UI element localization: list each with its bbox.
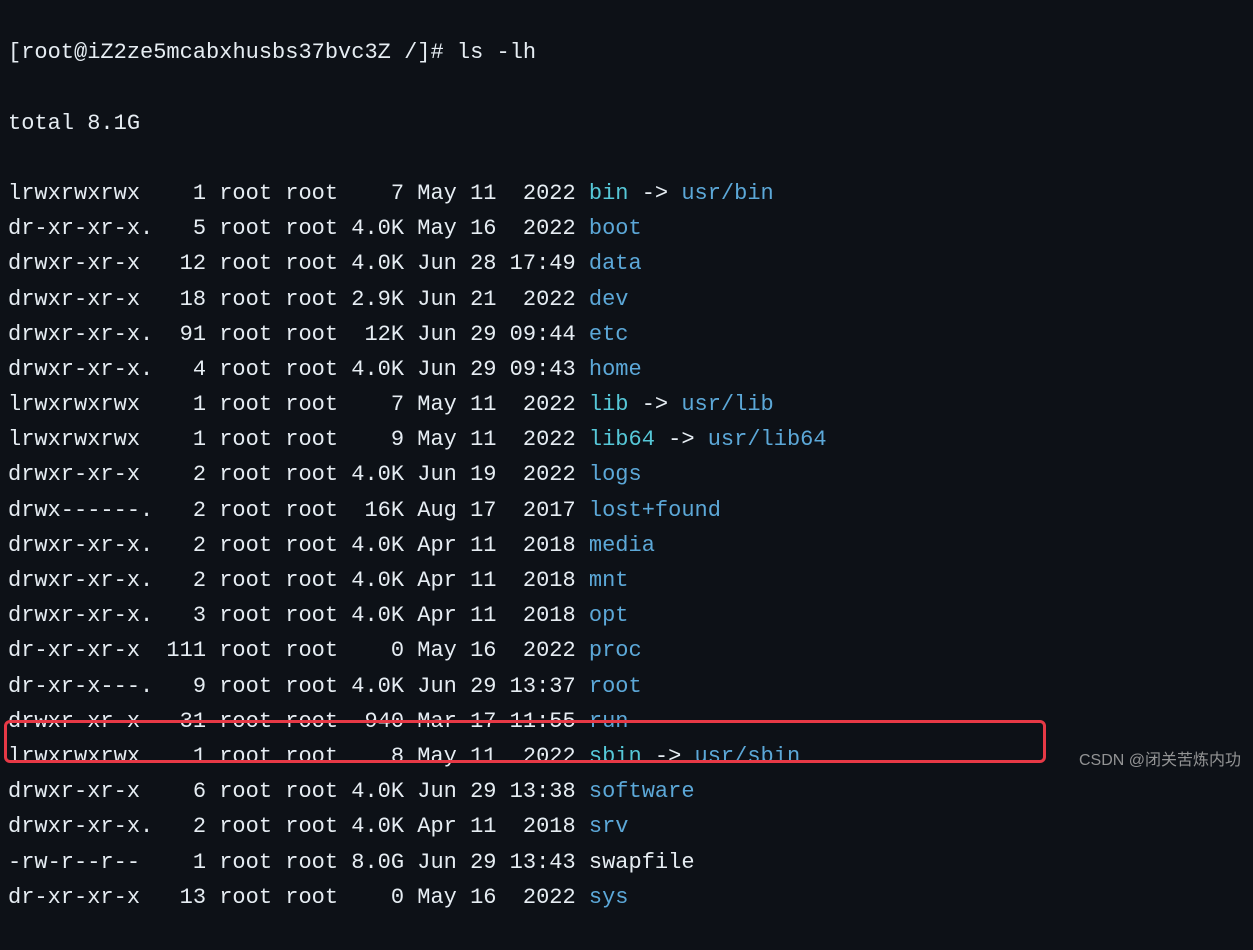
list-item: lrwxrwxrwx 1 root root 7 May 11 2022 bin…	[8, 176, 1245, 211]
file-name: boot	[589, 216, 642, 241]
list-item: drwxr-xr-x 6 root root 4.0K Jun 29 13:38…	[8, 774, 1245, 809]
file-name: mnt	[589, 568, 629, 593]
file-name: media	[589, 533, 655, 558]
list-item: drwxr-xr-x 31 root root 940 Mar 17 11:55…	[8, 704, 1245, 739]
file-listing: lrwxrwxrwx 1 root root 7 May 11 2022 bin…	[8, 176, 1245, 915]
link-target: usr/lib	[681, 392, 773, 417]
terminal-output[interactable]: [root@iZ2ze5mcabxhusbs37bvc3Z /]# ls -lh…	[0, 0, 1253, 950]
file-name: home	[589, 357, 642, 382]
list-item: drwxr-xr-x. 3 root root 4.0K Apr 11 2018…	[8, 598, 1245, 633]
list-item: drwxr-xr-x. 4 root root 4.0K Jun 29 09:4…	[8, 352, 1245, 387]
list-item: drwxr-xr-x 12 root root 4.0K Jun 28 17:4…	[8, 246, 1245, 281]
list-item: dr-xr-xr-x 111 root root 0 May 16 2022 p…	[8, 633, 1245, 668]
total-line: total 8.1G	[8, 106, 1245, 141]
list-item: lrwxrwxrwx 1 root root 8 May 11 2022 sbi…	[8, 739, 1245, 774]
file-name: data	[589, 251, 642, 276]
list-item: drwx------. 2 root root 16K Aug 17 2017 …	[8, 493, 1245, 528]
file-name: root	[589, 674, 642, 699]
file-name: bin	[589, 181, 629, 206]
file-name: lib	[589, 392, 629, 417]
file-name: proc	[589, 638, 642, 663]
file-name: run	[589, 709, 629, 734]
list-item: drwxr-xr-x. 91 root root 12K Jun 29 09:4…	[8, 317, 1245, 352]
file-name: sbin	[589, 744, 642, 769]
file-name: opt	[589, 603, 629, 628]
file-name: lib64	[589, 427, 655, 452]
list-item: drwxr-xr-x. 2 root root 4.0K Apr 11 2018…	[8, 563, 1245, 598]
list-item: drwxr-xr-x. 2 root root 4.0K Apr 11 2018…	[8, 809, 1245, 844]
file-name: dev	[589, 287, 629, 312]
file-name: lost+found	[589, 498, 721, 523]
list-item: lrwxrwxrwx 1 root root 9 May 11 2022 lib…	[8, 422, 1245, 457]
list-item: dr-xr-xr-x 13 root root 0 May 16 2022 sy…	[8, 880, 1245, 915]
link-target: usr/sbin	[695, 744, 801, 769]
prompt-line: [root@iZ2ze5mcabxhusbs37bvc3Z /]# ls -lh	[8, 35, 1245, 70]
list-item: drwxr-xr-x 2 root root 4.0K Jun 19 2022 …	[8, 457, 1245, 492]
link-target: usr/lib64	[708, 427, 827, 452]
link-target: usr/bin	[681, 181, 773, 206]
list-item: drwxr-xr-x 18 root root 2.9K Jun 21 2022…	[8, 282, 1245, 317]
file-name: logs	[589, 462, 642, 487]
list-item: -rw-r--r-- 1 root root 8.0G Jun 29 13:43…	[8, 845, 1245, 880]
file-name: sys	[589, 885, 629, 910]
file-name: srv	[589, 814, 629, 839]
file-name: etc	[589, 322, 629, 347]
list-item: drwxr-xr-x. 2 root root 4.0K Apr 11 2018…	[8, 528, 1245, 563]
watermark: CSDN @闭关苦炼内功	[1079, 748, 1241, 774]
list-item: dr-xr-x---. 9 root root 4.0K Jun 29 13:3…	[8, 669, 1245, 704]
file-name: swapfile	[589, 850, 695, 875]
file-name: software	[589, 779, 695, 804]
list-item: dr-xr-xr-x. 5 root root 4.0K May 16 2022…	[8, 211, 1245, 246]
list-item: lrwxrwxrwx 1 root root 7 May 11 2022 lib…	[8, 387, 1245, 422]
